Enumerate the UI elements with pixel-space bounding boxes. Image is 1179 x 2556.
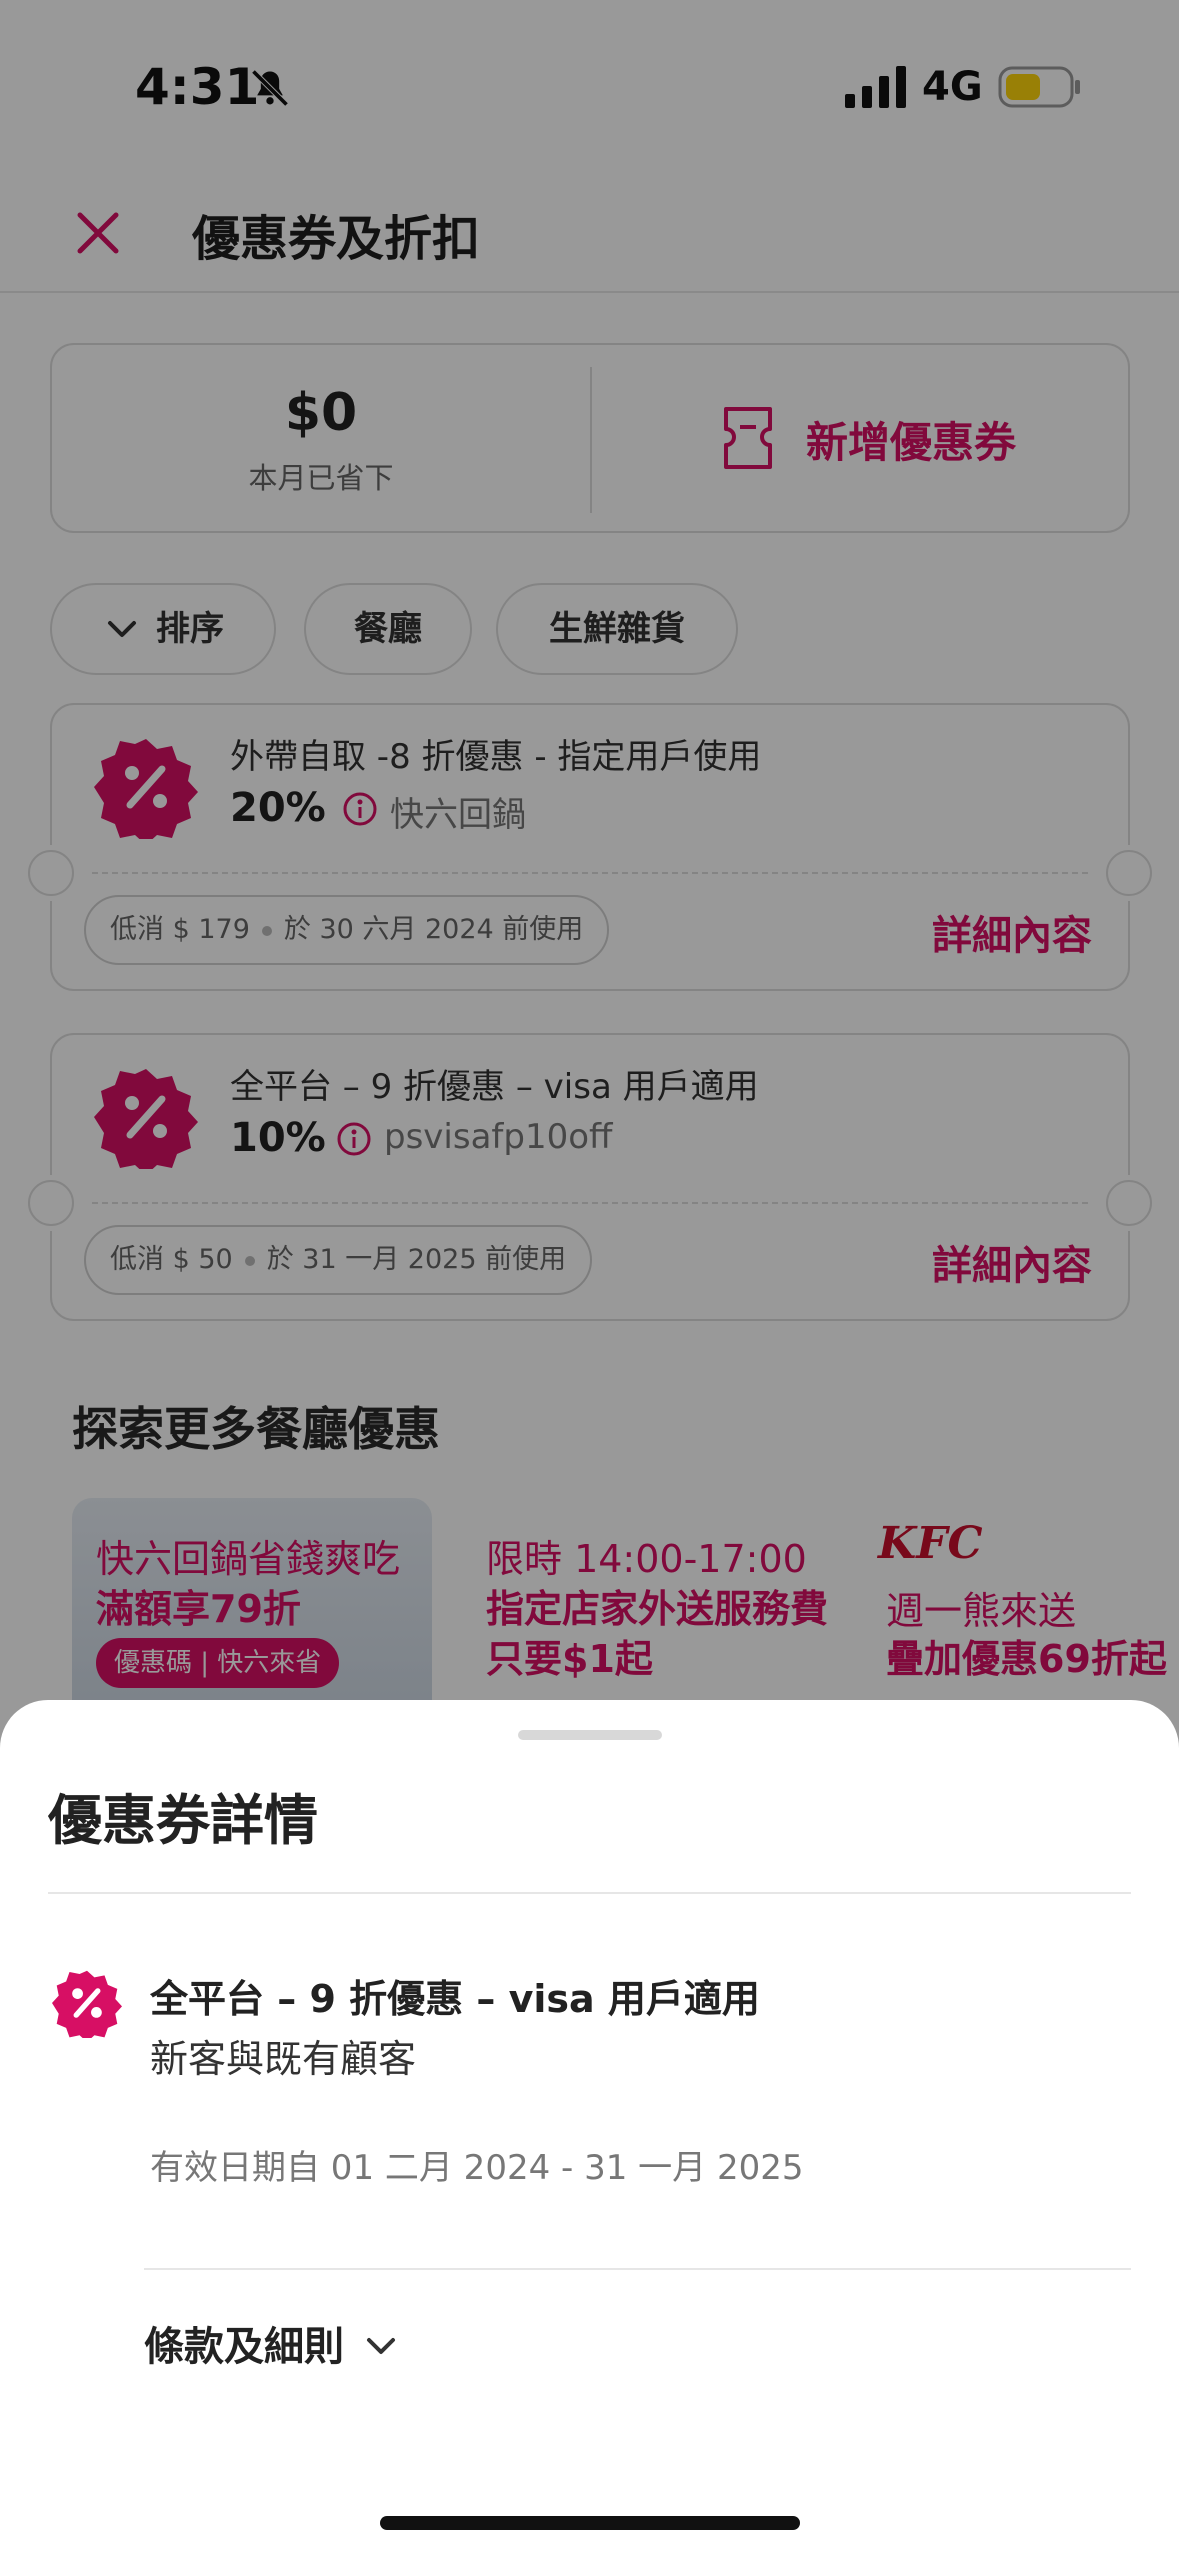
sheet-title: 優惠券詳情 — [48, 1789, 318, 1852]
divider — [144, 2268, 1131, 2270]
voucher-details-sheet: 優惠券詳情 全平台 – 9 折優惠 – visa 用戶適用 新客與既有顧客 有效… — [0, 1700, 1179, 2556]
chevron-down-icon — [367, 2338, 395, 2354]
terms-label: 條款及細則 — [144, 2324, 344, 2370]
home-indicator — [380, 2516, 800, 2530]
discount-badge-icon — [52, 1970, 122, 2038]
sheet-validity: 有效日期自 01 二月 2024 - 31 一月 2025 — [150, 2148, 804, 2188]
sheet-grabber[interactable] — [518, 1730, 662, 1740]
terms-toggle[interactable]: 條款及細則 — [144, 2314, 395, 2374]
sheet-voucher-title: 全平台 – 9 折優惠 – visa 用戶適用 — [150, 1977, 760, 2021]
sheet-audience: 新客與既有顧客 — [150, 2037, 417, 2081]
divider — [48, 1892, 1131, 1894]
